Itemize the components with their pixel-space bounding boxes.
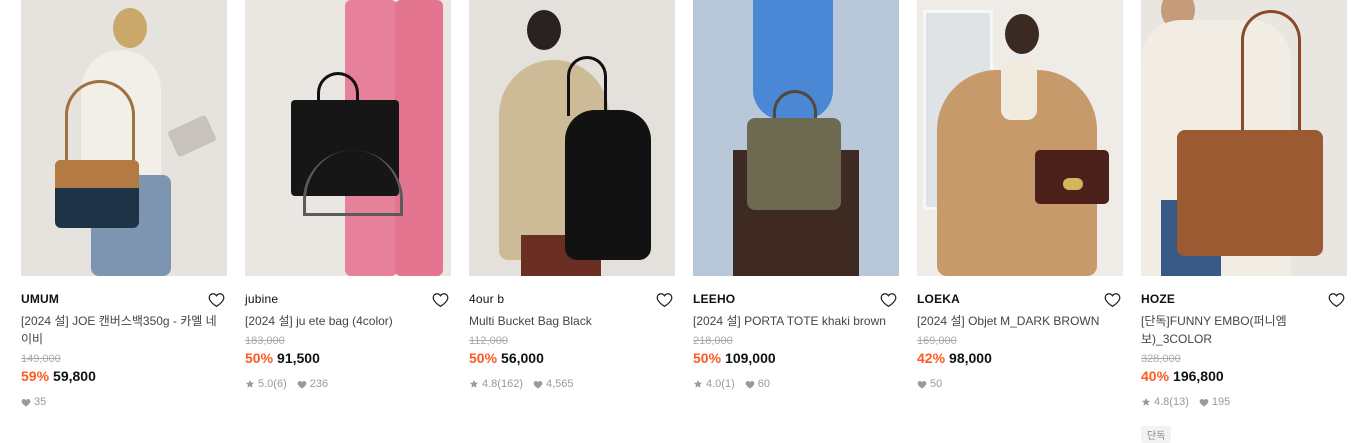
original-price: 149,000 xyxy=(21,353,61,365)
product-name[interactable]: [2024 설] ju ete bag (4color) xyxy=(245,312,451,330)
review-count: (6) xyxy=(273,378,287,390)
original-price: 218,000 xyxy=(693,335,733,347)
rating-value: 4.8 xyxy=(1154,396,1170,408)
wishlist-heart-icon[interactable] xyxy=(879,290,897,308)
likes-count: 50 xyxy=(930,378,943,390)
sale-price: 109,000 xyxy=(725,350,776,366)
product-image[interactable] xyxy=(245,0,451,276)
original-price: 169,000 xyxy=(917,335,957,347)
original-price: 183,000 xyxy=(245,335,285,347)
likes-count: 35 xyxy=(34,396,47,408)
product-card[interactable]: LOEKA [2024 설] Objet M_DARK BROWN 169,00… xyxy=(917,0,1123,409)
sale-price: 196,800 xyxy=(1173,368,1224,384)
sale-price: 59,800 xyxy=(53,368,96,384)
price-row: 40% 196,800 xyxy=(1141,367,1347,385)
sale-price: 56,000 xyxy=(501,350,544,366)
wishlist-heart-icon[interactable] xyxy=(1327,290,1345,308)
discount-rate: 40% xyxy=(1141,368,1170,384)
likes-heart-icon xyxy=(21,398,31,407)
product-name[interactable]: [2024 설] JOE 캔버스백350g - 카멜 네이비 xyxy=(21,312,227,348)
likes-count: 195 xyxy=(1211,396,1231,408)
rating-value: 4.8 xyxy=(482,378,498,390)
review-count: (1) xyxy=(721,378,735,390)
brand-name[interactable]: 4our b xyxy=(469,292,504,306)
rating-value: 5.0 xyxy=(258,378,274,390)
product-image[interactable] xyxy=(469,0,675,276)
review-count: (13) xyxy=(1169,396,1189,408)
brand-name[interactable]: LOEKA xyxy=(917,292,960,306)
product-meta: 35 xyxy=(21,395,227,409)
review-count: (162) xyxy=(497,378,523,390)
rating-star-icon xyxy=(245,379,255,389)
wishlist-heart-icon[interactable] xyxy=(1103,290,1121,308)
product-image[interactable] xyxy=(1141,0,1347,276)
brand-name[interactable]: LEEHO xyxy=(693,292,735,306)
likes-heart-icon xyxy=(1199,398,1209,407)
discount-rate: 50% xyxy=(245,350,274,366)
likes-count: 4,565 xyxy=(545,378,574,390)
original-price: 112,000 xyxy=(469,335,508,347)
sale-price: 98,000 xyxy=(949,350,992,366)
discount-rate: 50% xyxy=(693,350,722,366)
product-name[interactable]: [단독]FUNNY EMBO(퍼니엠보)_3COLOR xyxy=(1141,312,1347,348)
likes-count: 60 xyxy=(757,378,770,390)
product-name[interactable]: Multi Bucket Bag Black xyxy=(469,312,675,330)
product-grid: UMUM [2024 설] JOE 캔버스백350g - 카멜 네이비 149,… xyxy=(21,0,1347,443)
price-row: 50% 91,500 xyxy=(245,349,451,367)
brand-name[interactable]: HOZE xyxy=(1141,292,1175,306)
discount-rate: 42% xyxy=(917,350,946,366)
wishlist-heart-icon[interactable] xyxy=(207,290,225,308)
original-price: 328,000 xyxy=(1141,353,1181,365)
product-meta: 5.0 (6) 236 xyxy=(245,377,451,391)
brand-name[interactable]: jubine xyxy=(245,292,278,306)
product-meta: 4.8 (162) 4,565 xyxy=(469,377,675,391)
likes-count: 236 xyxy=(309,378,329,390)
product-meta: 4.8 (13) 195 xyxy=(1141,395,1347,409)
wishlist-heart-icon[interactable] xyxy=(431,290,449,308)
rating-star-icon xyxy=(1141,397,1151,407)
discount-rate: 59% xyxy=(21,368,50,384)
product-image[interactable] xyxy=(21,0,227,276)
rating-value: 4.0 xyxy=(706,378,722,390)
discount-rate: 50% xyxy=(469,350,498,366)
product-card[interactable]: 4our b Multi Bucket Bag Black 112,000 50… xyxy=(469,0,675,409)
product-card[interactable]: LEEHO [2024 설] PORTA TOTE khaki brown 21… xyxy=(693,0,899,409)
product-image[interactable] xyxy=(693,0,899,276)
product-meta: 4.0 (1) 60 xyxy=(693,377,899,391)
sale-price: 91,500 xyxy=(277,350,320,366)
product-card[interactable]: HOZE [단독]FUNNY EMBO(퍼니엠보)_3COLOR 328,000… xyxy=(1141,0,1347,443)
product-card[interactable]: UMUM [2024 설] JOE 캔버스백350g - 카멜 네이비 149,… xyxy=(21,0,227,409)
price-row: 50% 109,000 xyxy=(693,349,899,367)
likes-heart-icon xyxy=(745,380,755,389)
product-image[interactable] xyxy=(917,0,1123,276)
exclusive-tag: 단독 xyxy=(1141,426,1172,443)
wishlist-heart-icon[interactable] xyxy=(655,290,673,308)
price-row: 42% 98,000 xyxy=(917,349,1123,367)
product-name[interactable]: [2024 설] PORTA TOTE khaki brown xyxy=(693,312,899,330)
likes-heart-icon xyxy=(917,380,927,389)
product-name[interactable]: [2024 설] Objet M_DARK BROWN xyxy=(917,312,1123,330)
rating-star-icon xyxy=(693,379,703,389)
rating-star-icon xyxy=(469,379,479,389)
brand-name[interactable]: UMUM xyxy=(21,292,59,306)
price-row: 50% 56,000 xyxy=(469,349,675,367)
product-meta: 50 xyxy=(917,377,1123,391)
likes-heart-icon xyxy=(297,380,307,389)
price-row: 59% 59,800 xyxy=(21,367,227,385)
likes-heart-icon xyxy=(533,380,543,389)
product-card[interactable]: jubine [2024 설] ju ete bag (4color) 183,… xyxy=(245,0,451,409)
